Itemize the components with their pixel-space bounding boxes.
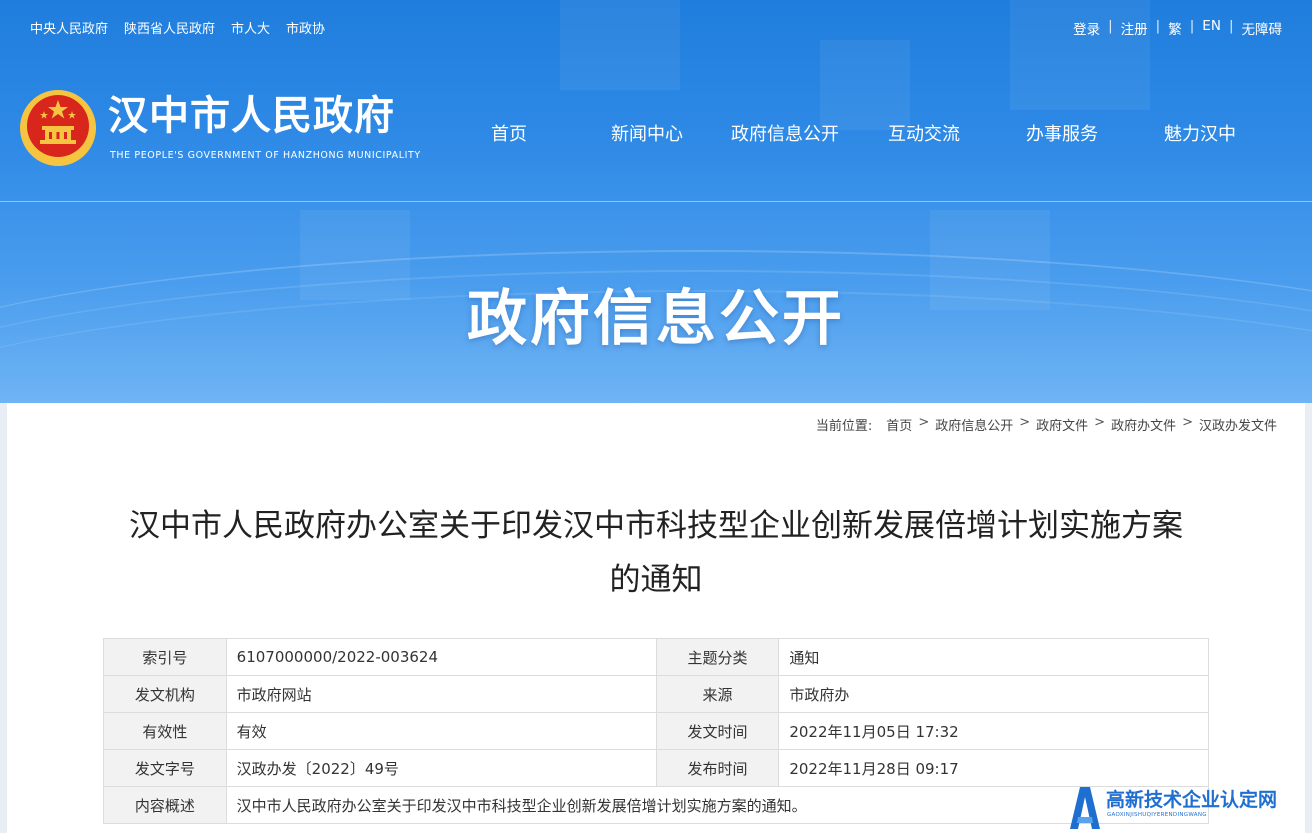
nav-item-interaction[interactable]: 互动交流 <box>888 120 960 146</box>
issuer-label: 发文机构 <box>103 675 227 713</box>
nav-item-services[interactable]: 办事服务 <box>1026 120 1098 146</box>
summary-label: 内容概述 <box>103 786 227 824</box>
breadcrumb-item-gov-info[interactable]: 政府信息公开 <box>935 415 1013 434</box>
table-row: 发文机构 市政府网站 来源 市政府办 <box>103 675 1209 713</box>
topic-label: 主题分类 <box>655 638 780 676</box>
document-meta-table: 索引号 6107000000/2022-003624 主题分类 通知 发文机构 … <box>103 638 1210 824</box>
table-row: 索引号 6107000000/2022-003624 主题分类 通知 <box>103 638 1209 676</box>
index-no-label: 索引号 <box>103 638 227 676</box>
document-title: 汉中市人民政府办公室关于印发汉中市科技型企业创新发展倍增计划实施方案 的通知 <box>67 499 1245 607</box>
site-subtitle: THE PEOPLE'S GOVERNMENT OF HANZHONG MUNI… <box>110 150 421 161</box>
watermark-subtext: GAOXINJISHUQIYERENDINGWANG <box>1107 812 1207 818</box>
nav-item-home[interactable]: 首页 <box>491 120 527 146</box>
breadcrumb-item-office-docs[interactable]: 政府办文件 <box>1111 415 1176 434</box>
breadcrumb-separator: > <box>1182 415 1193 430</box>
breadcrumb-separator: > <box>1094 415 1106 430</box>
nav-item-gov-info[interactable]: 政府信息公开 <box>731 120 839 146</box>
source-label: 来源 <box>655 675 780 713</box>
validity-value: 有效 <box>225 712 657 750</box>
watermark-text: 高新技术企业认定网 <box>1106 789 1278 811</box>
separator: | <box>1189 18 1195 34</box>
topic-value: 通知 <box>778 638 1209 676</box>
breadcrumb-item-gov-docs[interactable]: 政府文件 <box>1036 415 1088 434</box>
site-title[interactable]: 汉中市人民政府 <box>108 92 395 140</box>
breadcrumb-item-home[interactable]: 首页 <box>886 415 912 434</box>
index-no-value: 6107000000/2022-003624 <box>225 638 657 676</box>
main-nav: 首页 新闻中心 政府信息公开 互动交流 办事服务 魅力汉中 <box>455 120 1255 150</box>
traditional-chinese-link[interactable]: 繁 <box>1168 18 1182 38</box>
separator: | <box>1155 18 1161 34</box>
publish-time-label: 发布时间 <box>655 749 780 787</box>
banner-title: 政府信息公开 <box>467 284 845 354</box>
accessibility-link[interactable]: 无障碍 <box>1242 18 1283 38</box>
nav-item-hanzhong[interactable]: 魅力汉中 <box>1164 120 1236 146</box>
top-link-cppcc[interactable]: 市政协 <box>286 18 325 37</box>
english-link[interactable]: EN <box>1202 18 1221 38</box>
breadcrumb-separator: > <box>918 415 930 430</box>
validity-label: 有效性 <box>103 712 227 750</box>
header-divider <box>0 201 1312 202</box>
issue-time-label: 发文时间 <box>655 712 780 750</box>
watermark-logo-icon <box>1070 787 1100 829</box>
breadcrumb: 当前位置: 首页 > 政府信息公开 > 政府文件 > 政府办文件 > 汉政办发文… <box>816 415 1277 434</box>
top-link-central-gov[interactable]: 中央人民政府 <box>30 18 108 37</box>
breadcrumb-item-office-issued[interactable]: 汉政办发文件 <box>1199 415 1277 434</box>
separator: | <box>1228 18 1234 34</box>
watermark: 高新技术企业认定网 GAOXINJISHUQIYERENDINGWANG <box>1066 781 1312 833</box>
top-link-shaanxi-gov[interactable]: 陕西省人民政府 <box>124 18 215 37</box>
doc-no-value: 汉政办发〔2022〕49号 <box>225 749 657 787</box>
breadcrumb-separator: > <box>1019 415 1031 430</box>
user-links: 登录 | 注册 | 繁 | EN | 无障碍 <box>1073 18 1282 38</box>
table-row: 内容概述 汉中市人民政府办公室关于印发汉中市科技型企业创新发展倍增计划实施方案的… <box>103 786 1210 824</box>
table-row: 发文字号 汉政办发〔2022〕49号 发布时间 2022年11月28日 09:1… <box>103 749 1209 787</box>
separator: | <box>1108 18 1113 34</box>
issue-time-value: 2022年11月05日 17:32 <box>778 712 1209 750</box>
doc-no-label: 发文字号 <box>103 749 227 787</box>
top-link-peoples-congress[interactable]: 市人大 <box>231 18 270 37</box>
breadcrumb-label: 当前位置: <box>815 419 873 434</box>
decor-square <box>1010 0 1150 110</box>
document-title-line: 的通知 <box>609 562 703 598</box>
summary-value: 汉中市人民政府办公室关于印发汉中市科技型企业创新发展倍增计划实施方案的通知。 <box>225 786 1210 824</box>
source-value: 市政府办 <box>778 675 1209 713</box>
register-link[interactable]: 注册 <box>1121 18 1148 38</box>
issuer-value: 市政府网站 <box>225 675 657 713</box>
top-links: 中央人民政府 陕西省人民政府 市人大 市政协 <box>30 18 325 37</box>
nav-item-news[interactable]: 新闻中心 <box>611 120 683 146</box>
login-link[interactable]: 登录 <box>1073 18 1100 38</box>
national-emblem-icon <box>20 90 96 166</box>
header-banner: 中央人民政府 陕西省人民政府 市人大 市政协 登录 | 注册 | 繁 | EN … <box>0 0 1312 403</box>
decor-square <box>820 40 910 130</box>
table-row: 有效性 有效 发文时间 2022年11月05日 17:32 <box>103 712 1209 750</box>
content-panel: 当前位置: 首页 > 政府信息公开 > 政府文件 > 政府办文件 > 汉政办发文… <box>7 403 1305 833</box>
document-title-line: 汉中市人民政府办公室关于印发汉中市科技型企业创新发展倍增计划实施方案 <box>129 508 1183 544</box>
decor-square <box>560 0 680 90</box>
